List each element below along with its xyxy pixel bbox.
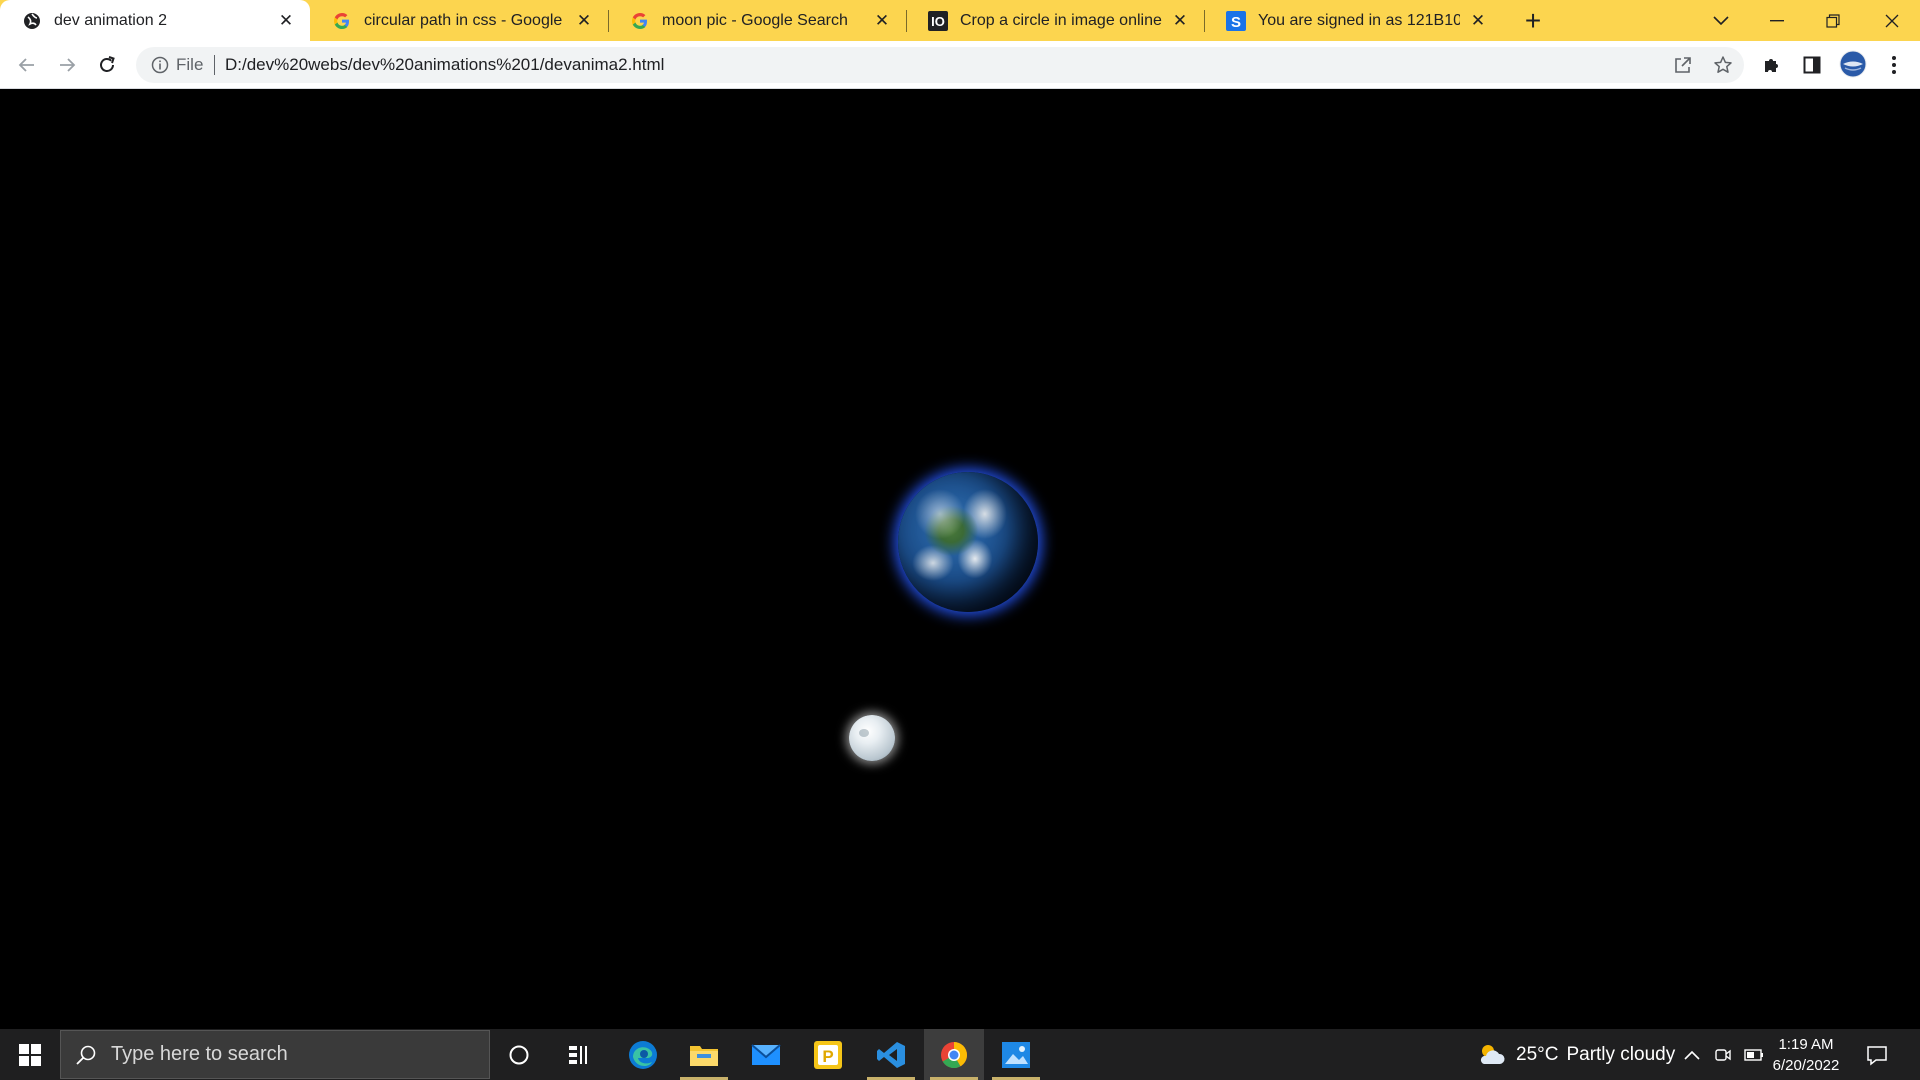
url-scheme-label: File (176, 55, 204, 74)
file-explorer-icon[interactable] (674, 1029, 734, 1080)
close-icon[interactable]: ✕ (276, 11, 296, 31)
search-placeholder: Type here to search (111, 1043, 288, 1065)
io-icon: IO (928, 10, 948, 31)
tab-signed-in[interactable]: S You are signed in as 121B10510 ✕ (1204, 0, 1502, 41)
task-view-icon[interactable] (549, 1029, 609, 1080)
new-tab-button[interactable]: + (1518, 5, 1548, 36)
close-icon[interactable]: ✕ (574, 11, 594, 31)
screen: dev animation 2 ✕ circular path in css -… (0, 0, 1920, 1080)
side-panel-icon[interactable] (1800, 53, 1824, 77)
start-button[interactable] (0, 1029, 60, 1080)
tab-dev-animation[interactable]: dev animation 2 ✕ (0, 0, 310, 41)
page-viewport (0, 89, 1920, 1029)
chrome-icon[interactable] (924, 1029, 984, 1080)
notifications-icon[interactable] (1866, 1029, 1888, 1080)
tab-title: dev animation 2 (54, 11, 167, 29)
taskbar: Type here to search P 25°C Partly cloudy… (0, 1029, 1920, 1080)
tab-title: Crop a circle in image online - fre (960, 11, 1162, 29)
share-icon[interactable] (1672, 54, 1694, 76)
info-icon[interactable] (150, 55, 170, 75)
globe-icon (22, 11, 42, 31)
tab-title: moon pic - Google Search (662, 11, 848, 29)
profile-avatar[interactable] (1838, 49, 1868, 79)
vscode-icon[interactable] (861, 1029, 921, 1080)
tab-search-chevron-icon[interactable] (1706, 6, 1736, 36)
weather-widget[interactable]: 25°C Partly cloudy (1476, 1029, 1675, 1080)
battery-icon[interactable] (1744, 1029, 1764, 1080)
tab-moon-pic[interactable]: moon pic - Google Search ✕ (608, 0, 906, 41)
tab-strip: dev animation 2 ✕ circular path in css -… (0, 0, 1920, 41)
back-button[interactable] (11, 49, 43, 81)
address-bar[interactable]: File D:/dev%20webs/dev%20animations%201/… (136, 47, 1744, 83)
search-icon (75, 1044, 97, 1066)
earth-image (898, 472, 1038, 612)
tab-title: You are signed in as 121B10510 (1258, 11, 1460, 29)
svg-text:S: S (1231, 14, 1241, 31)
meet-now-icon[interactable] (1714, 1029, 1732, 1080)
close-icon[interactable]: ✕ (1468, 11, 1488, 31)
menu-kebab-icon[interactable] (1882, 53, 1906, 77)
tab-crop-circle[interactable]: IO Crop a circle in image online - fre ✕ (906, 0, 1204, 41)
google-icon (630, 11, 650, 31)
taskbar-search-box[interactable]: Type here to search (60, 1030, 490, 1079)
show-hidden-icons-chevron-icon[interactable] (1684, 1029, 1700, 1080)
svg-text:P: P (822, 1047, 833, 1066)
clock-date: 6/20/2022 (1772, 1057, 1840, 1074)
clock-time: 1:19 AM (1778, 1036, 1834, 1053)
browser-toolbar: File D:/dev%20webs/dev%20animations%201/… (0, 41, 1920, 89)
weather-condition: Partly cloudy (1566, 1043, 1676, 1065)
minimize-button[interactable] (1749, 0, 1805, 41)
close-icon[interactable]: ✕ (872, 11, 892, 31)
extensions-puzzle-icon[interactable] (1760, 53, 1784, 77)
tab-title: circular path in css - Google Sear (364, 11, 566, 29)
forward-button[interactable] (51, 49, 83, 81)
url-divider (214, 55, 215, 75)
bookmark-star-icon[interactable] (1712, 54, 1734, 76)
system-clock[interactable]: 1:19 AM 6/20/2022 (1766, 1034, 1846, 1076)
url-text[interactable]: D:/dev%20webs/dev%20animations%201/devan… (225, 55, 664, 75)
reload-button[interactable] (91, 49, 123, 81)
google-icon (332, 11, 352, 31)
weather-temperature: 25°C (1516, 1043, 1559, 1065)
s-icon: S (1226, 10, 1246, 31)
svg-text:IO: IO (931, 14, 945, 29)
sticky-p-icon[interactable]: P (798, 1029, 858, 1080)
photos-icon[interactable] (986, 1029, 1046, 1080)
close-icon[interactable]: ✕ (1170, 11, 1190, 31)
cortana-icon[interactable] (489, 1029, 549, 1080)
edge-icon[interactable] (613, 1029, 673, 1080)
tab-circular-path[interactable]: circular path in css - Google Sear ✕ (310, 0, 608, 41)
mail-icon[interactable] (736, 1029, 796, 1080)
partly-cloudy-icon (1480, 1044, 1505, 1064)
close-window-button[interactable] (1864, 0, 1920, 41)
moon-image (849, 715, 895, 761)
restore-button[interactable] (1805, 0, 1861, 41)
